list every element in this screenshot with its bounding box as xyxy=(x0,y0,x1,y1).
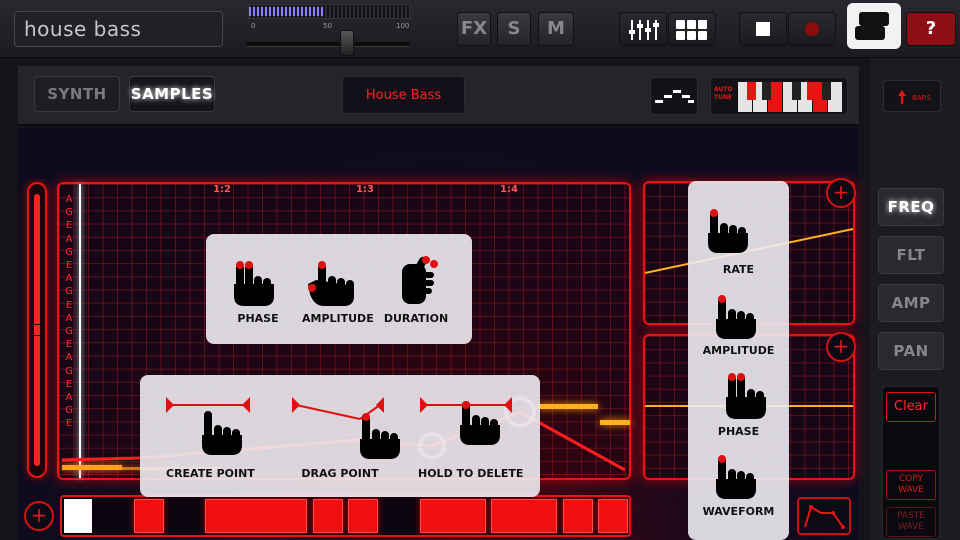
pointing-hand-icon xyxy=(308,261,354,306)
pattern-block[interactable] xyxy=(134,499,164,533)
gesture-label-amplitude: AMPLITUDE xyxy=(702,344,775,357)
waveform-select-button[interactable] xyxy=(797,497,851,535)
gesture-label-rate: RATE xyxy=(722,263,755,276)
pattern-block[interactable] xyxy=(563,499,593,533)
pattern-block[interactable] xyxy=(313,499,343,533)
pinch-hand-icon xyxy=(402,256,438,304)
gesture-label-drag-point: DRAG POINT xyxy=(301,467,379,480)
waveform-icon xyxy=(804,505,845,529)
add-lfo-button[interactable]: + xyxy=(826,178,856,208)
gesture-label-hold-to-delete: HOLD TO DELETE xyxy=(418,467,524,480)
phase-hand-icon xyxy=(726,373,766,419)
pattern-block[interactable] xyxy=(205,499,307,533)
gesture-label-create-point: CREATE POINT xyxy=(166,467,255,480)
pattern-block[interactable] xyxy=(420,499,486,533)
gesture-help-card-top: PHASE AMPLITUDE DURATION xyxy=(206,234,472,344)
gesture-label-phase: PHASE xyxy=(237,312,279,325)
pattern-block[interactable] xyxy=(491,499,557,533)
add-pattern-button[interactable]: + xyxy=(24,501,54,531)
gesture-label-duration: DURATION xyxy=(383,312,449,325)
amplitude-hand-icon xyxy=(716,295,756,339)
gesture-label-amplitude: AMPLITUDE xyxy=(302,312,374,325)
drag-hand-icon xyxy=(360,413,400,459)
rate-hand-icon xyxy=(708,209,748,253)
pattern-block[interactable] xyxy=(598,499,628,533)
hold-hand-icon xyxy=(460,401,500,445)
pattern-block[interactable] xyxy=(348,499,378,533)
tap-hand-icon xyxy=(202,411,242,455)
gesture-label-waveform: WAVEFORM xyxy=(702,505,775,518)
pattern-slot-selected[interactable] xyxy=(64,499,92,533)
waveform-hand-icon xyxy=(716,455,756,499)
add-lfo-button[interactable]: + xyxy=(826,332,856,362)
gesture-help-card-right: RATE AMPLITUDE PHASE WAVEFORM xyxy=(688,181,789,540)
gesture-label-phase: PHASE xyxy=(717,425,760,438)
gesture-help-card-bottom: CREATE POINT DRAG POINT HOLD TO DELETE xyxy=(140,375,540,497)
two-finger-hand-icon xyxy=(234,261,274,306)
